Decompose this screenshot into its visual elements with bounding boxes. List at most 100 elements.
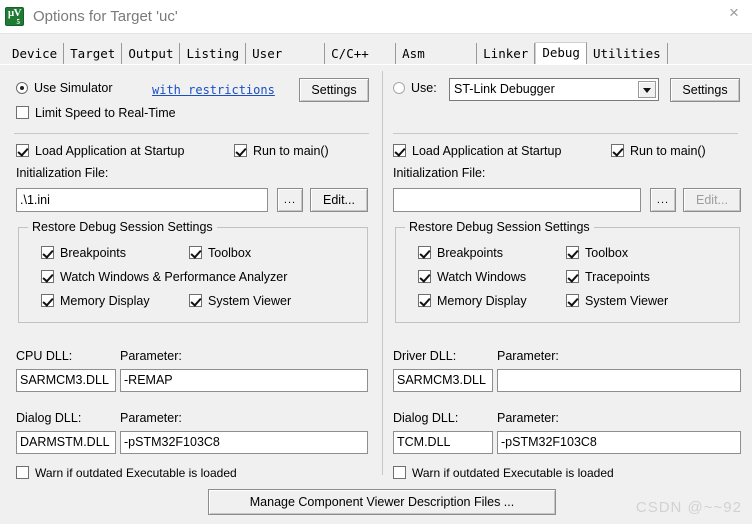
init-file-input-right[interactable]	[393, 188, 641, 212]
simulator-settings-button[interactable]: Settings	[299, 78, 369, 102]
restore-sysviewer-label-left: System Viewer	[208, 294, 292, 308]
cpu-dll-input[interactable]: SARMCM3.DLL	[16, 369, 116, 392]
restore-breakpoints-checkbox-right[interactable]	[418, 246, 431, 259]
load-app-option-right[interactable]: Load Application at Startup	[393, 144, 561, 158]
debugger-select[interactable]: ST-Link Debugger	[449, 78, 659, 101]
tab-cpp[interactable]: C/C++	[325, 43, 397, 65]
restore-watch-checkbox-left[interactable]	[41, 270, 54, 283]
tab-listing[interactable]: Listing	[180, 43, 247, 65]
restore-breakpoints-right[interactable]: Breakpoints	[418, 246, 503, 260]
limit-speed-checkbox[interactable]	[16, 106, 29, 119]
close-icon[interactable]: ×	[720, 2, 748, 24]
run-to-main-label-right: Run to main()	[630, 144, 706, 158]
use-debugger-label: Use:	[411, 81, 437, 95]
chevron-down-icon[interactable]	[638, 81, 656, 98]
warn-outdated-checkbox-right[interactable]	[393, 466, 406, 479]
restore-breakpoints-label-right: Breakpoints	[437, 246, 504, 260]
restore-memory-checkbox-right[interactable]	[418, 294, 431, 307]
warn-outdated-option-left[interactable]: Warn if outdated Executable is loaded	[16, 466, 237, 480]
restore-toolbox-left[interactable]: Toolbox	[189, 246, 251, 260]
init-file-edit-button-left[interactable]: Edit...	[310, 188, 368, 212]
dialog-dll-input-left[interactable]: DARMSTM.DLL	[16, 431, 116, 454]
panel-divider	[382, 71, 383, 475]
cpu-parameter-input[interactable]: -REMAP	[120, 369, 368, 392]
restore-toolbox-right[interactable]: Toolbox	[566, 246, 628, 260]
load-app-checkbox-left[interactable]	[16, 144, 29, 157]
tab-target[interactable]: Target	[64, 43, 123, 65]
tab-debug[interactable]: Debug	[535, 42, 587, 66]
dialog-dll-caption-left: Dialog DLL:	[16, 411, 82, 425]
restore-sysviewer-right[interactable]: System Viewer	[566, 294, 668, 308]
restore-toolbox-checkbox-right[interactable]	[566, 246, 579, 259]
run-to-main-checkbox-left[interactable]	[234, 144, 247, 157]
dialog-dll-input-right[interactable]: TCM.DLL	[393, 431, 493, 454]
init-file-input-left[interactable]: .\1.ini	[16, 188, 268, 212]
tab-linker[interactable]: Linker	[477, 43, 536, 65]
warn-outdated-label-right: Warn if outdated Executable is loaded	[412, 466, 614, 480]
load-app-label-right: Load Application at Startup	[412, 144, 562, 158]
right-section-divider	[393, 133, 738, 134]
restore-watch-checkbox-right[interactable]	[418, 270, 431, 283]
debug-tab-panel: Use Simulator with restrictions Settings…	[0, 64, 752, 524]
use-debugger-radio[interactable]	[393, 82, 405, 94]
dialog-dll-caption-right: Dialog DLL:	[393, 411, 459, 425]
init-file-browse-button-left[interactable]: ...	[277, 188, 303, 212]
restore-sysviewer-checkbox-left[interactable]	[189, 294, 202, 307]
init-file-caption-right: Initialization File:	[393, 166, 486, 180]
debugger-settings-button[interactable]: Settings	[670, 78, 740, 102]
restore-toolbox-label-left: Toolbox	[208, 246, 252, 260]
use-debugger-option[interactable]: Use:	[393, 81, 437, 95]
restore-memory-checkbox-left[interactable]	[41, 294, 54, 307]
driver-dll-input[interactable]: SARMCM3.DLL	[393, 369, 493, 392]
dialog-parameter-input-left[interactable]: -pSTM32F103C8	[120, 431, 368, 454]
load-app-option-left[interactable]: Load Application at Startup	[16, 144, 184, 158]
restore-watch-label-right: Watch Windows	[437, 270, 527, 284]
use-simulator-label: Use Simulator	[34, 81, 113, 95]
watermark-text: CSDN @~~92	[635, 499, 742, 516]
use-simulator-option[interactable]: Use Simulator	[16, 81, 113, 95]
restore-breakpoints-checkbox-left[interactable]	[41, 246, 54, 259]
restore-tracepoints-right[interactable]: Tracepoints	[566, 270, 650, 284]
restore-sysviewer-checkbox-right[interactable]	[566, 294, 579, 307]
left-section-divider	[14, 133, 369, 134]
restore-memory-left[interactable]: Memory Display	[41, 294, 150, 308]
with-restrictions-link[interactable]: with restrictions	[152, 83, 275, 97]
warn-outdated-option-right[interactable]: Warn if outdated Executable is loaded	[393, 466, 614, 480]
limit-speed-label: Limit Speed to Real-Time	[35, 106, 176, 120]
restore-breakpoints-left[interactable]: Breakpoints	[41, 246, 126, 260]
init-file-browse-button-right[interactable]: ...	[650, 188, 676, 212]
restore-sysviewer-left[interactable]: System Viewer	[189, 294, 291, 308]
tab-user[interactable]: User	[246, 43, 326, 65]
dialog-parameter-caption-left: Parameter:	[120, 411, 182, 425]
restore-memory-label-right: Memory Display	[437, 294, 527, 308]
driver-parameter-input[interactable]	[497, 369, 741, 392]
warn-outdated-checkbox-left[interactable]	[16, 466, 29, 479]
restore-memory-right[interactable]: Memory Display	[418, 294, 527, 308]
restore-toolbox-checkbox-left[interactable]	[189, 246, 202, 259]
restore-watch-right[interactable]: Watch Windows	[418, 270, 526, 284]
dialog-parameter-caption-right: Parameter:	[497, 411, 559, 425]
cpu-parameter-caption: Parameter:	[120, 349, 182, 363]
run-to-main-option-right[interactable]: Run to main()	[611, 144, 706, 158]
manage-component-viewer-button[interactable]: Manage Component Viewer Description File…	[208, 489, 556, 515]
run-to-main-option-left[interactable]: Run to main()	[234, 144, 329, 158]
load-app-label-left: Load Application at Startup	[35, 144, 185, 158]
tab-output[interactable]: Output	[122, 43, 181, 65]
restore-tracepoints-label-right: Tracepoints	[585, 270, 650, 284]
tab-asm[interactable]: Asm	[396, 43, 478, 65]
load-app-checkbox-right[interactable]	[393, 144, 406, 157]
restore-session-title-left: Restore Debug Session Settings	[28, 220, 217, 234]
tab-device[interactable]: Device	[6, 43, 65, 65]
warn-outdated-label-left: Warn if outdated Executable is loaded	[35, 466, 237, 480]
restore-tracepoints-checkbox-right[interactable]	[566, 270, 579, 283]
init-file-edit-button-right: Edit...	[683, 188, 741, 212]
restore-sysviewer-label-right: System Viewer	[585, 294, 669, 308]
use-simulator-radio[interactable]	[16, 82, 28, 94]
run-to-main-checkbox-right[interactable]	[611, 144, 624, 157]
restore-watch-left[interactable]: Watch Windows & Performance Analyzer	[41, 270, 287, 284]
limit-speed-option[interactable]: Limit Speed to Real-Time	[16, 106, 176, 120]
restore-memory-label-left: Memory Display	[60, 294, 150, 308]
tab-utilities[interactable]: Utilities	[587, 43, 668, 65]
dialog-parameter-input-right[interactable]: -pSTM32F103C8	[497, 431, 741, 454]
uvision-logo-icon: µV 5	[5, 7, 24, 26]
